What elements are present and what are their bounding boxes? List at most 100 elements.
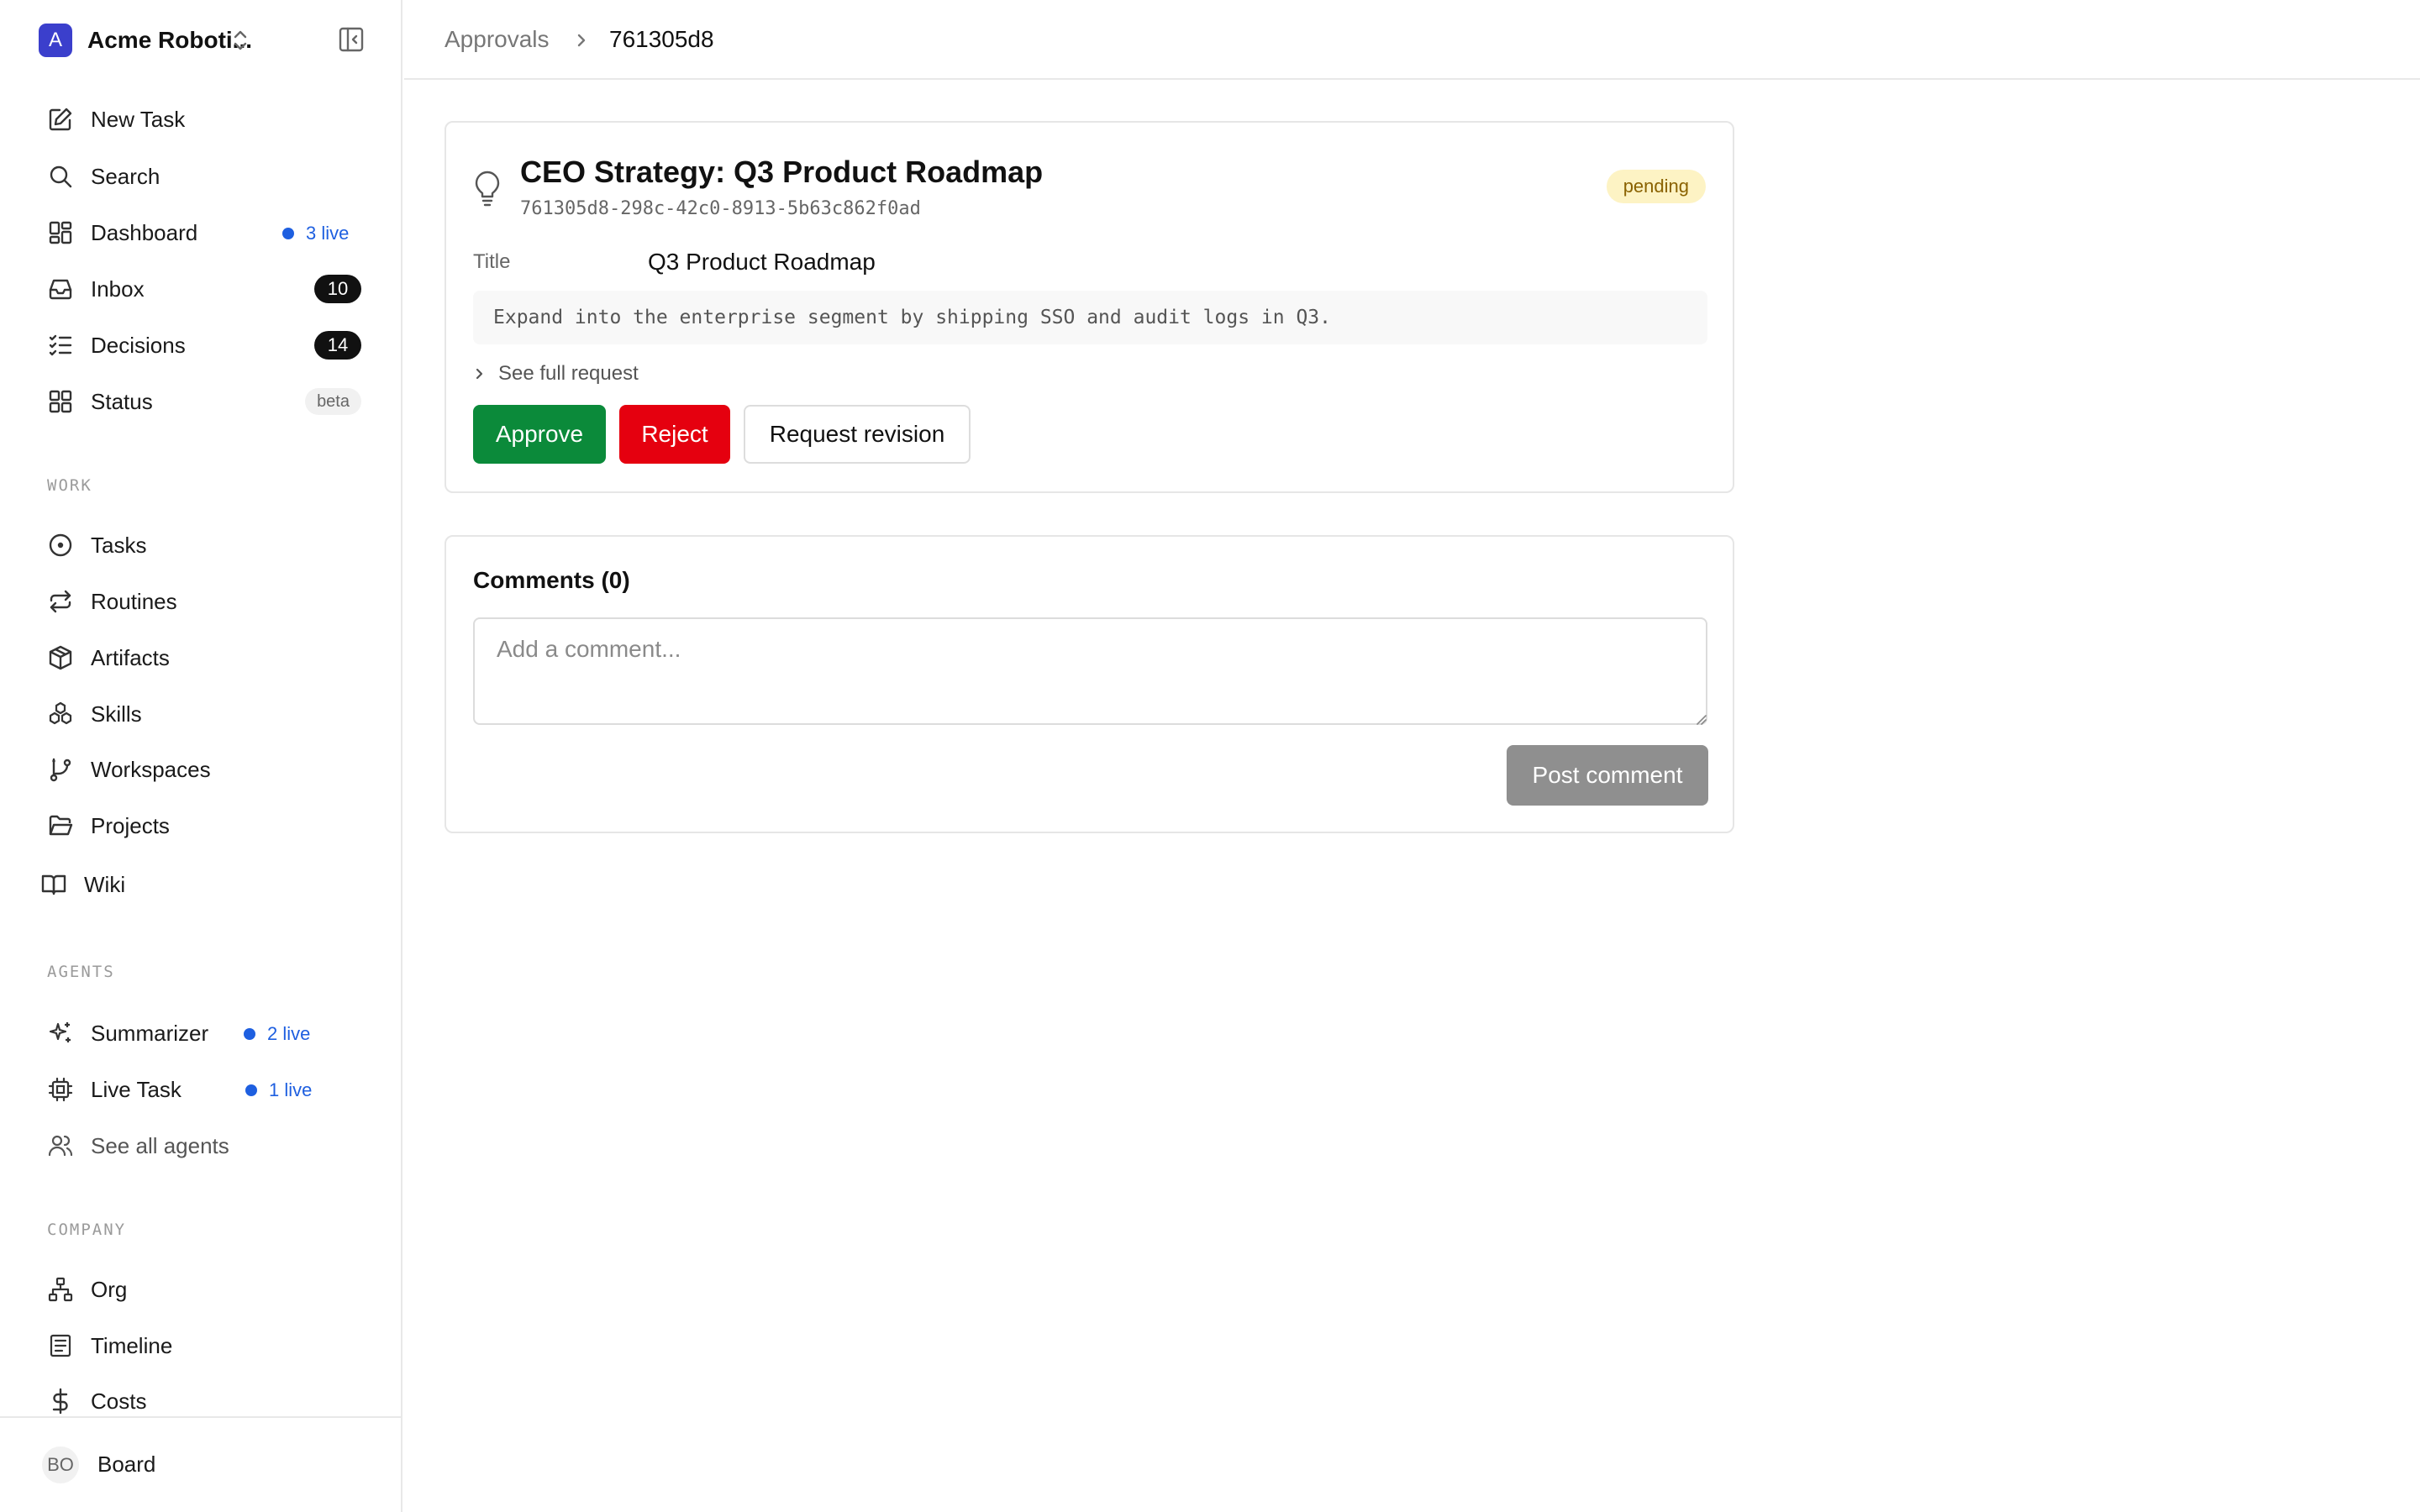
nav-routines[interactable]: Routines (47, 583, 358, 620)
cpu-icon (48, 1077, 73, 1102)
title-field-value: Q3 Product Roadmap (648, 249, 876, 275)
sidebar-collapse-icon[interactable] (338, 26, 365, 53)
approval-id: 761305d8-298c-42c0-8913-5b63c862f0ad (520, 198, 921, 219)
nav-label: Status (91, 388, 153, 414)
nav-search[interactable]: Search (47, 158, 358, 195)
comments-card: Comments (0) Post comment (445, 535, 1734, 833)
chevron-right-icon (577, 34, 586, 47)
nav-label: Summarizer (91, 1020, 209, 1046)
comments-title: Comments (0) (473, 567, 630, 593)
book-open-icon (41, 874, 66, 895)
nav-label: Skills (91, 701, 142, 727)
chevron-up-down-icon[interactable] (232, 28, 249, 53)
sidebar: A Acme Roboti... New Task Search Dashboa… (0, 0, 402, 1512)
board-avatar: BO (42, 1446, 79, 1483)
request-description: Expand into the enterprise segment by sh… (473, 291, 1707, 344)
nav-org[interactable]: Org (47, 1271, 358, 1308)
checklist-icon (49, 334, 72, 356)
chevron-right-icon (476, 368, 483, 380)
nav-label: Dashboard (91, 219, 198, 245)
lightbulb-icon (475, 171, 500, 207)
reject-button[interactable]: Reject (619, 405, 730, 464)
nav-label: Org (91, 1276, 128, 1302)
live-badge: 3 live (282, 223, 349, 244)
nav-timeline[interactable]: Timeline (47, 1327, 358, 1364)
package-icon (49, 645, 72, 670)
nav-tasks[interactable]: Tasks (47, 527, 358, 564)
beta-badge: beta (305, 388, 361, 415)
post-comment-button[interactable]: Post comment (1507, 745, 1708, 806)
nav-dashboard[interactable]: Dashboard 3 live (47, 214, 358, 251)
nav-skills[interactable]: Skills (47, 696, 358, 732)
nav-agent-summarizer[interactable]: Summarizer 2 live (47, 1015, 358, 1052)
nav-see-all-agents[interactable]: See all agents (47, 1127, 358, 1164)
resize-grip-icon[interactable] (1695, 713, 1707, 725)
approval-card: CEO Strategy: Q3 Product Roadmap 761305d… (445, 121, 1734, 493)
live-dot (282, 228, 294, 239)
org-switcher[interactable]: A Acme Roboti... (39, 22, 252, 59)
nav-label: Tasks (91, 532, 147, 558)
live-count: 3 live (306, 223, 350, 244)
nav-workspaces[interactable]: Workspaces (47, 751, 358, 788)
nav-wiki[interactable]: Wiki (40, 866, 351, 903)
nav-label: Search (91, 163, 160, 189)
users-icon (48, 1135, 73, 1157)
nav-artifacts[interactable]: Artifacts (47, 639, 358, 676)
nav-inbox[interactable]: Inbox 10 (47, 270, 361, 307)
section-label-agents: AGENTS (47, 963, 115, 981)
repeat-icon (50, 590, 71, 613)
sparkles-icon (49, 1022, 71, 1042)
nav-label: Wiki (84, 871, 126, 897)
breadcrumb: Approvals 761305d8 (404, 0, 2420, 80)
org-name: Acme Roboti... (87, 27, 253, 53)
section-label-company: COMPANY (47, 1221, 127, 1239)
search-icon (50, 165, 72, 188)
inbox-icon (49, 279, 72, 300)
edit-icon (49, 108, 72, 131)
see-full-request-toggle[interactable]: See full request (473, 360, 639, 388)
grid-icon (49, 390, 72, 413)
live-dot (245, 1084, 257, 1096)
breadcrumb-approvals-link[interactable]: Approvals (445, 26, 550, 53)
folder-open-icon (49, 815, 73, 836)
inbox-count-badge: 10 (314, 275, 361, 303)
request-revision-button[interactable]: Request revision (744, 405, 971, 464)
live-count: 1 live (269, 1079, 313, 1100)
nav-status[interactable]: Status beta (47, 383, 361, 420)
board-label: Board (97, 1452, 156, 1477)
live-badge: 2 live (244, 1023, 310, 1045)
nav-label: New Task (91, 106, 186, 132)
nav-label: Timeline (91, 1332, 173, 1358)
see-full-request-label: See full request (498, 362, 639, 385)
live-count: 2 live (267, 1023, 311, 1044)
nav-label: Projects (91, 812, 170, 838)
nav-label: Routines (91, 588, 177, 614)
org-chart-icon (48, 1277, 73, 1302)
nav-label: Live Task (91, 1076, 182, 1102)
approve-button[interactable]: Approve (473, 405, 606, 464)
git-branch-icon (50, 758, 71, 782)
live-badge: 1 live (245, 1079, 312, 1101)
nav-label: Artifacts (91, 644, 170, 670)
nav-label: Costs (91, 1388, 147, 1414)
title-field-label: Title (473, 250, 511, 273)
document-text-icon (50, 1334, 71, 1357)
nav-agent-live-task[interactable]: Live Task 1 live (47, 1071, 358, 1108)
live-dot (244, 1028, 255, 1040)
nav-label: Decisions (91, 332, 186, 358)
nav-label: Inbox (91, 276, 145, 302)
nav-decisions[interactable]: Decisions 14 (47, 327, 361, 364)
dollar-icon (52, 1388, 68, 1415)
sidebar-footer[interactable]: BO Board (0, 1416, 402, 1512)
nav-new-task[interactable]: New Task (47, 101, 358, 138)
approval-title: CEO Strategy: Q3 Product Roadmap (520, 155, 1044, 189)
decisions-count-badge: 14 (314, 331, 361, 360)
nav-costs[interactable]: Costs (47, 1383, 358, 1420)
nav-label: Workspaces (91, 756, 211, 782)
boxes-icon (49, 701, 72, 725)
section-label-work: WORK (47, 476, 92, 495)
comment-input[interactable] (473, 617, 1707, 725)
org-avatar: A (39, 24, 72, 57)
circle-dot-icon (49, 533, 72, 557)
nav-projects[interactable]: Projects (47, 807, 358, 844)
